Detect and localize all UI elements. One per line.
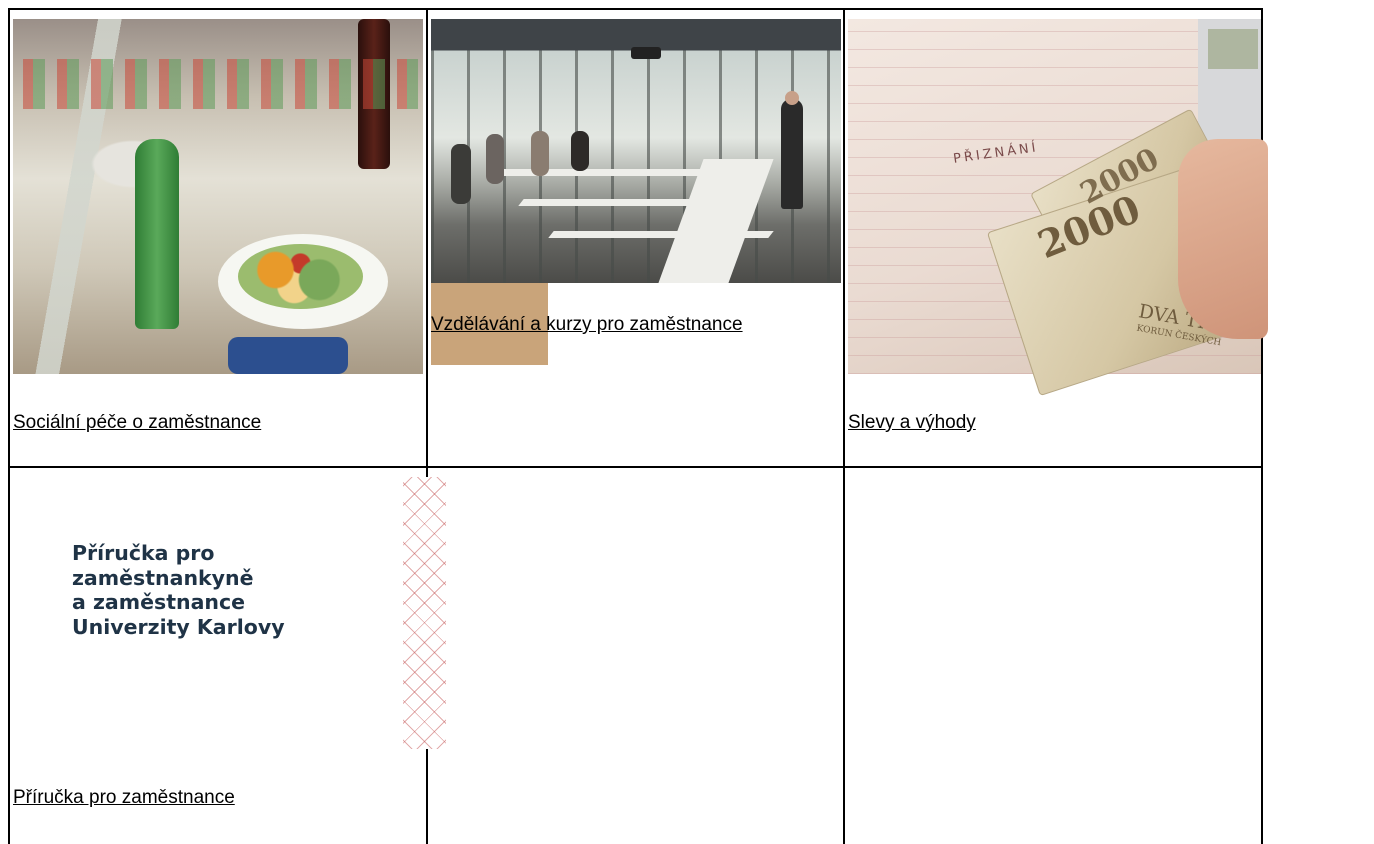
link-employee-handbook[interactable]: Příručka pro zaměstnance: [13, 787, 235, 809]
grid-row: Příručka pro zaměstnankyně a zaměstnance…: [8, 466, 1263, 844]
tax-form-money-image[interactable]: PŘIZNÁNÍ 2000 2000 DVA TISÍC KORUN ČESKÝ…: [848, 19, 1268, 397]
tile-employee-handbook: Příručka pro zaměstnankyně a zaměstnance…: [8, 466, 446, 844]
tile-discounts-benefits: PŘIZNÁNÍ 2000 2000 DVA TISÍC KORUN ČESKÝ…: [843, 8, 1268, 468]
tile-education-courses: Vzdělávání a kurzy pro zaměstnance: [426, 8, 845, 468]
form-heading: PŘIZNÁNÍ: [952, 140, 1040, 167]
benefits-grid: Sociální péče o zaměstnance Vzdělávání a…: [8, 8, 1268, 844]
tile-social-care: Sociální péče o zaměstnance: [8, 8, 428, 468]
empty-cell: [843, 466, 1263, 844]
handbook-title-line: a zaměstnance: [72, 590, 246, 614]
link-education-courses[interactable]: Vzdělávání a kurzy pro zaměstnance: [431, 314, 743, 336]
hand: [1178, 139, 1268, 339]
cafeteria-salad-image[interactable]: [13, 19, 423, 374]
handbook-title-line: zaměstnankyně: [72, 565, 254, 590]
link-discounts-benefits[interactable]: Slevy a výhody: [848, 412, 976, 434]
handbook-title-line: Příručka pro: [72, 541, 215, 565]
handbook-title-line: Univerzity Karlovy: [72, 614, 285, 639]
link-social-care[interactable]: Sociální péče o zaměstnance: [13, 412, 261, 434]
handbook-cover-image[interactable]: Příručka pro zaměstnankyně a zaměstnance…: [13, 477, 446, 749]
classroom-lecture-image[interactable]: [431, 19, 841, 283]
grid-row: Sociální péče o zaměstnance Vzdělávání a…: [8, 8, 1268, 468]
empty-cell: [426, 466, 845, 844]
handbook-title: Příručka pro zaměstnankyně a zaměstnance…: [72, 541, 285, 639]
